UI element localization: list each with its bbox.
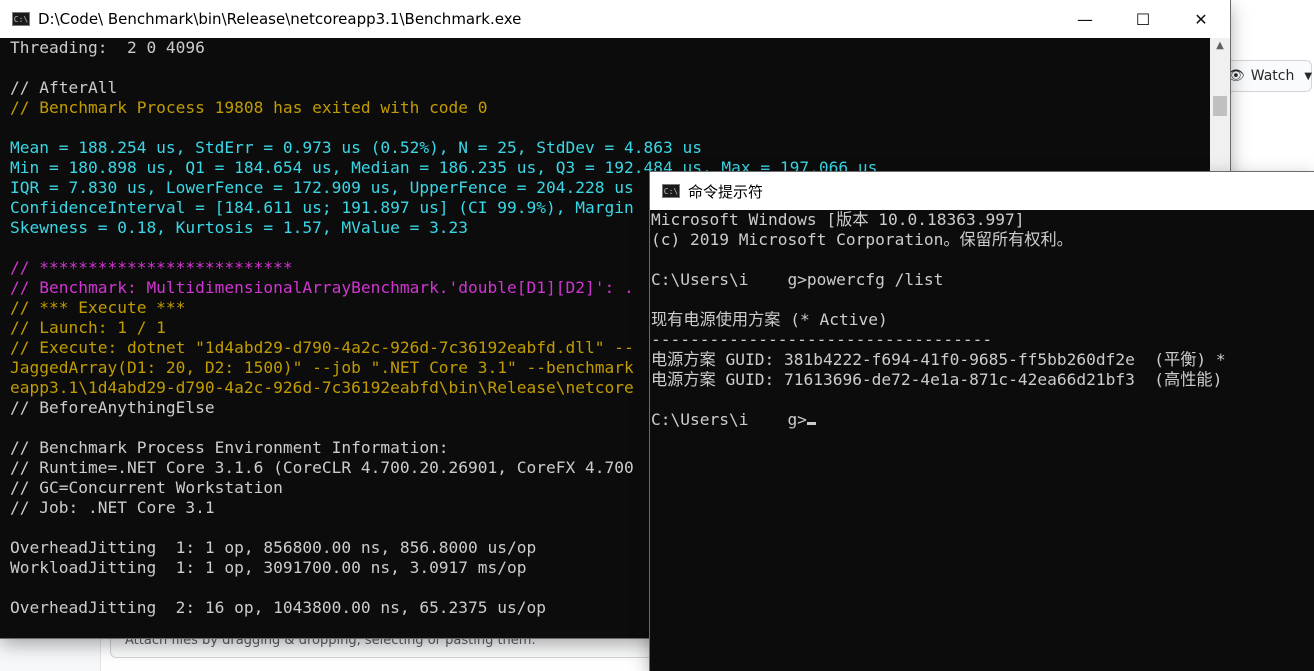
text-cursor (806, 422, 816, 425)
cmd-window-title: 命令提示符 (688, 182, 764, 201)
console-line-text: Skewness = 0.18, Kurtosis = 1.57, MValue… (10, 218, 469, 237)
console-line-text: C:\Users\i g>powercfg /list (651, 270, 944, 289)
watch-button[interactable]: 👁 Watch ▼ (1216, 60, 1312, 92)
console-line-text: ----------------------------------- (651, 330, 993, 349)
console-line-text: 电源方案 GUID: 381b4222-f694-41f0-9685-ff5bb… (651, 350, 1226, 369)
cmd-window-titlebar[interactable]: C:\ 命令提示符 (650, 172, 1314, 210)
console-line: // Benchmark Process 19808 has exited wi… (10, 98, 1210, 118)
console-app-icon: C:\ (12, 12, 30, 26)
watch-label: Watch (1250, 68, 1295, 84)
console-line: C:\Users\i g>powercfg /list (651, 270, 1314, 290)
console-line-text: OverheadJitting 1: 1 op, 856800.00 ns, 8… (10, 538, 537, 557)
console-line: C:\Users\i g> (651, 410, 1314, 430)
benchmark-window-title: D:\Code\ Benchmark\bin\Release\netcoreap… (38, 10, 522, 28)
console-line-text: OverheadJitting 2: 16 op, 1043800.00 ns,… (10, 598, 547, 617)
console-line: Mean = 188.254 us, StdErr = 0.973 us (0.… (10, 138, 1210, 158)
cmd-console-output[interactable]: Microsoft Windows [版本 10.0.18363.997] (c)… (651, 210, 1314, 665)
console-line-text: Threading: 2 0 4096 (10, 38, 205, 57)
console-line-text: // BeforeAnythingElse (10, 398, 215, 417)
console-app-icon: C:\ (662, 184, 680, 198)
console-line-text: // GC=Concurrent Workstation (10, 478, 283, 497)
console-line-text: JaggedArray(D1: 20, D2: 1500)" --job ".N… (10, 358, 634, 377)
console-line: 电源方案 GUID: 381b4222-f694-41f0-9685-ff5bb… (651, 350, 1314, 370)
console-line-text: WorkloadJitting 1: 1 op, 3091700.00 ns, … (10, 558, 527, 577)
console-line-text: // Execute: dotnet "1d4abd29-d790-4a2c-9… (10, 338, 634, 357)
console-line: Threading: 2 0 4096 (10, 38, 1210, 58)
console-line-text: // Runtime=.NET Core 3.1.6 (CoreCLR 4.70… (10, 458, 634, 477)
console-line: 电源方案 GUID: 71613696-de72-4e1a-871c-42ea6… (651, 370, 1314, 390)
console-line: (c) 2019 Microsoft Corporation。保留所有权利。 (651, 230, 1314, 250)
maximize-button[interactable]: ☐ (1114, 0, 1172, 38)
console-line-text: Mean = 188.254 us, StdErr = 0.973 us (0.… (10, 138, 702, 157)
console-line-text: // *** Execute *** (10, 298, 186, 317)
minimize-button[interactable]: — (1056, 0, 1114, 38)
console-line-text: // AfterAll (10, 78, 118, 97)
console-line-text: // Benchmark Process 19808 has exited wi… (10, 98, 488, 117)
console-line-text: 现有电源使用方案 (* Active) (651, 310, 888, 329)
command-prompt-window[interactable]: C:\ 命令提示符 Microsoft Windows [版本 10.0.183… (650, 172, 1314, 671)
console-line-text: ConfidenceInterval = [184.611 us; 191.89… (10, 198, 634, 217)
console-line: 现有电源使用方案 (* Active) (651, 310, 1314, 330)
console-line-text: // ************************** (10, 258, 293, 277)
console-line: Microsoft Windows [版本 10.0.18363.997] (651, 210, 1314, 230)
console-line-text: 电源方案 GUID: 71613696-de72-4e1a-871c-42ea6… (651, 370, 1223, 389)
scroll-up-arrow-icon[interactable]: ▲ (1210, 40, 1230, 58)
chevron-down-icon: ▼ (1304, 70, 1313, 82)
scrollbar-thumb[interactable] (1213, 96, 1227, 116)
console-line-text: eapp3.1\1d4abd29-d790-4a2c-926d-7c36192e… (10, 378, 634, 397)
window-controls: — ☐ ✕ (1056, 0, 1230, 38)
console-line-text: C:\Users\i g> (651, 410, 807, 429)
benchmark-window-titlebar[interactable]: C:\ D:\Code\ Benchmark\bin\Release\netco… (0, 0, 1230, 38)
close-button[interactable]: ✕ (1172, 0, 1230, 38)
console-line-text: (c) 2019 Microsoft Corporation。保留所有权利。 (651, 230, 1073, 249)
console-line-text: // Job: .NET Core 3.1 (10, 498, 215, 517)
console-line-text: Microsoft Windows [版本 10.0.18363.997] (651, 210, 1025, 229)
console-line-text: // Benchmark: MultidimensionalArrayBench… (10, 278, 634, 297)
console-line-text: // Launch: 1 / 1 (10, 318, 166, 337)
console-line: ----------------------------------- (651, 330, 1314, 350)
console-line-text: IQR = 7.830 us, LowerFence = 172.909 us,… (10, 178, 634, 197)
console-line-text: // Benchmark Process Environment Informa… (10, 438, 449, 457)
console-line: // AfterAll (10, 78, 1210, 98)
